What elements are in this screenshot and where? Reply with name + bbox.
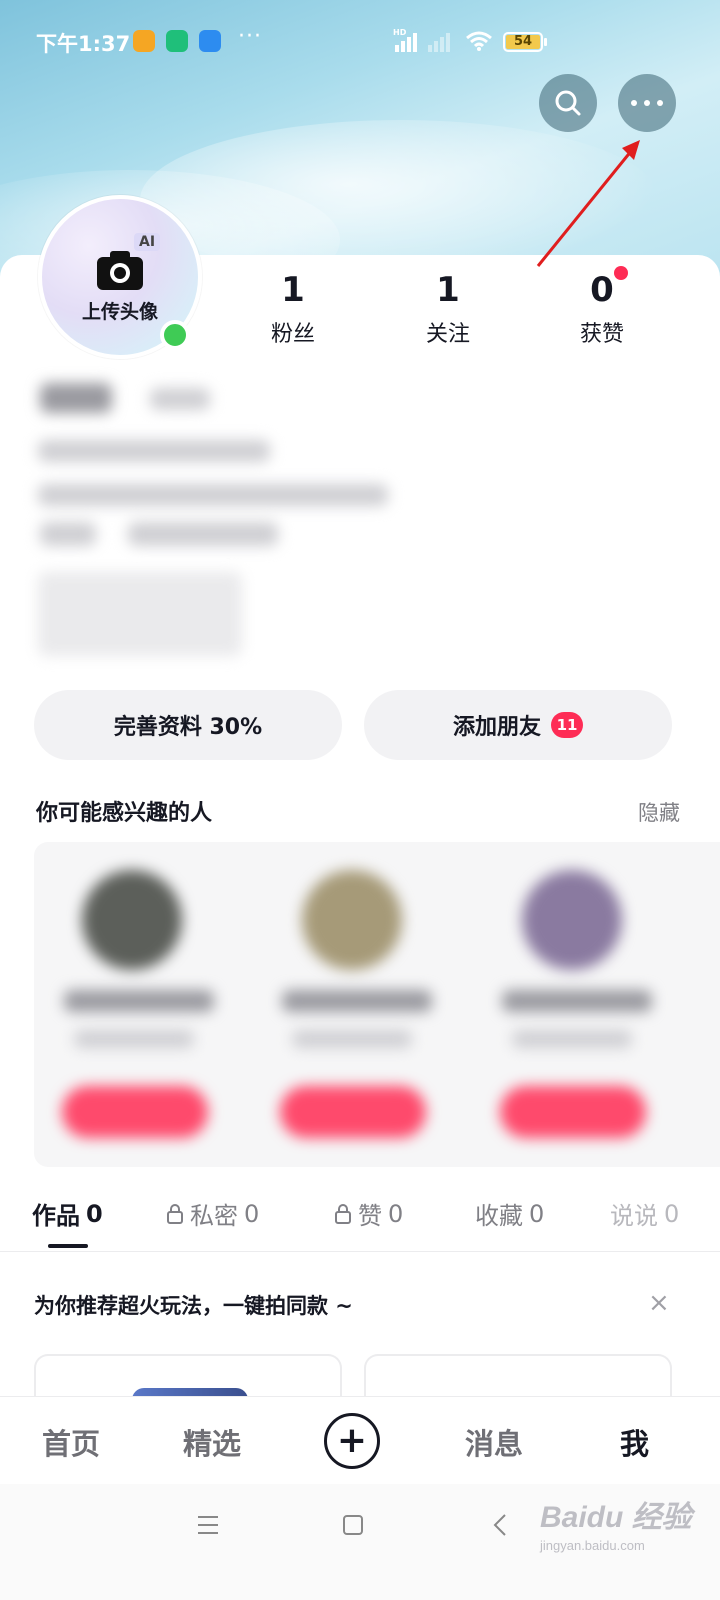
stat-value: 0 [590,270,614,310]
nav-me[interactable]: 我 [620,1421,649,1463]
recommend-avatar[interactable] [82,870,182,970]
stat-value: 1 [281,270,305,310]
recommend-avatar[interactable] [302,870,402,970]
home-square-icon[interactable] [341,1513,365,1537]
active-tab-indicator [48,1244,88,1248]
stat-following[interactable]: 1 关注 [388,268,508,348]
promo-title: 为你推荐超火玩法，一键拍同款 ~ [34,1294,353,1318]
redacted-bio-line [38,484,388,506]
nav-featured[interactable]: 精选 [183,1421,241,1463]
tab-count: 0 [244,1199,260,1228]
new-likes-dot [614,266,628,280]
promo-close-button[interactable]: × [648,1288,670,1318]
tab-label: 私密 [190,1202,238,1230]
redacted-tag [40,522,96,546]
tab-count: 0 [388,1199,404,1228]
create-button[interactable]: + [324,1413,380,1469]
tab-favorites[interactable]: 收藏 0 [475,1196,544,1231]
tab-label: 赞 [358,1202,382,1230]
tab-count: 0 [86,1199,103,1228]
redacted-bio-line [38,440,270,462]
redacted-recommend-name [282,990,432,1012]
recommend-carousel[interactable] [34,842,720,1167]
camera-icon [97,251,143,290]
nav-messages[interactable]: 消息 [465,1421,523,1463]
tab-moments[interactable]: 说说 0 [610,1196,679,1231]
tab-label: 说说 [610,1202,658,1230]
redacted-recommend-desc [292,1030,412,1048]
lock-icon [167,1203,183,1224]
add-friends-button[interactable]: 添加朋友 11 [364,690,672,760]
content-tabs: 作品 0 私密 0 赞 0 收藏 0 说说 0 [0,1196,720,1252]
redacted-recommend-name [502,990,652,1012]
follow-button[interactable] [62,1086,208,1138]
watermark-brand: Baidu 经验 [540,1501,692,1534]
tab-private[interactable]: 私密 0 [166,1196,259,1231]
recommend-title: 你可能感兴趣的人 [36,801,213,826]
stat-likes[interactable]: 0 获赞 [542,268,662,348]
lock-icon [335,1203,351,1224]
recommend-hide-button[interactable]: 隐藏 [638,797,680,827]
redacted-recommend-desc [512,1030,632,1048]
recommend-avatar[interactable] [522,870,622,970]
tab-works[interactable]: 作品 0 [32,1196,103,1231]
redacted-username [40,383,112,413]
watermark-url: jingyan.baidu.com [540,1538,645,1553]
redacted-recommend-name [64,990,214,1012]
redacted-user-id [150,388,210,410]
baidu-watermark: Baidu 经验 jingyan.baidu.com [540,1492,692,1553]
redacted-info-card[interactable] [38,572,242,656]
stat-label: 关注 [425,322,470,347]
back-icon[interactable] [492,1513,508,1537]
redacted-tag [128,522,278,546]
online-status-indicator [160,320,190,350]
nav-home[interactable]: 首页 [42,1421,100,1463]
add-friends-label: 添加朋友 [452,715,541,740]
stat-followers[interactable]: 1 粉丝 [233,268,353,348]
complete-profile-button[interactable]: 完善资料 30% [34,690,342,760]
redacted-recommend-desc [74,1030,194,1048]
stat-label: 粉丝 [270,322,315,347]
complete-profile-label: 完善资料 30% [113,715,263,740]
follow-button[interactable] [500,1086,646,1138]
tab-count: 0 [664,1199,680,1228]
plus-icon: + [336,1420,368,1461]
stat-value: 1 [436,270,460,310]
tab-label: 收藏 [475,1202,523,1230]
tab-liked[interactable]: 赞 0 [334,1196,403,1231]
follow-button[interactable] [280,1086,426,1138]
stat-label: 获赞 [579,322,624,347]
bottom-nav: 首页 精选 + 消息 我 [0,1396,720,1484]
menu-icon[interactable] [196,1514,220,1536]
tab-label: 作品 [32,1202,80,1230]
tab-count: 0 [529,1199,545,1228]
add-friends-badge: 11 [551,712,583,738]
